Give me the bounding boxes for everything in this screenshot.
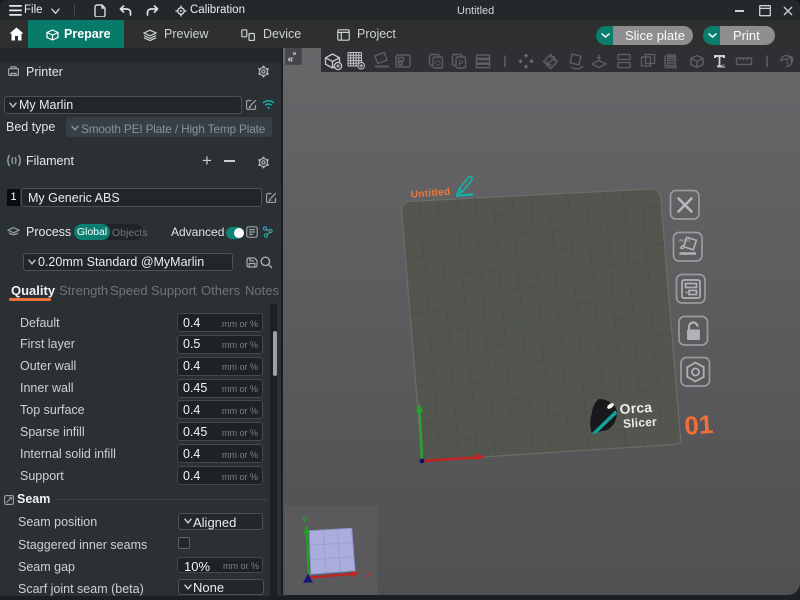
svg-text:O: O	[435, 59, 441, 68]
svg-text:x: x	[366, 569, 371, 579]
svg-text:01: 01	[683, 409, 714, 441]
svg-text:y: y	[302, 513, 307, 523]
svg-text:P: P	[459, 59, 464, 68]
svg-text:»: »	[293, 51, 297, 58]
svg-text:Slicer: Slicer	[623, 415, 658, 431]
svg-text:AUTO: AUTO	[679, 238, 690, 243]
